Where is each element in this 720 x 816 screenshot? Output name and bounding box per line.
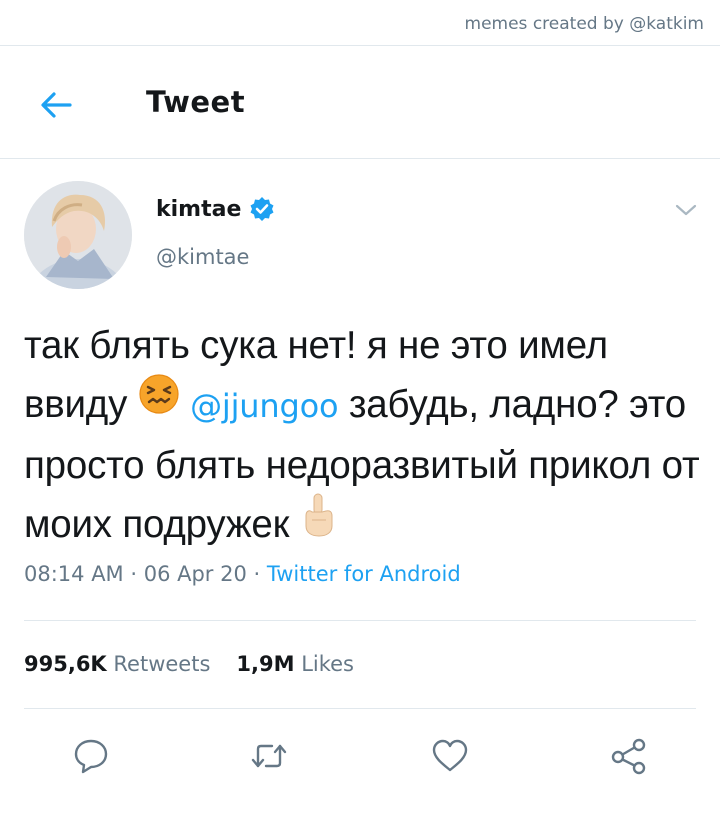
share-icon[interactable] [609,736,649,776]
retweets-label: Retweets [113,652,211,676]
tweet-date: 06 Apr 20 [143,562,247,586]
likes-count: 1,9M [236,652,295,676]
action-bar [0,736,720,776]
tweet-stats: 995,6K Retweets 1,9M Likes [24,652,354,676]
author-name-row[interactable]: kimtae [156,196,275,222]
retweets-stat[interactable]: 995,6K Retweets [24,652,210,676]
tweet-header: Tweet [0,47,720,159]
mention-link[interactable]: @jjungoo [190,387,338,425]
tweet-meta: 08:14 AM · 06 Apr 20 · Twitter for Andro… [24,562,461,586]
tweet-source[interactable]: Twitter for Android [267,562,461,586]
divider [24,708,696,709]
retweet-icon[interactable] [249,736,289,776]
credit-text: memes created by @katkim [464,14,704,34]
tweet-text: так блять сука нет! я не это имел ввиду … [24,316,704,559]
likes-stat[interactable]: 1,9M Likes [236,652,354,676]
chevron-down-icon[interactable] [674,200,698,220]
divider [24,620,696,621]
retweets-count: 995,6K [24,652,107,676]
author-name[interactable]: kimtae [156,197,241,222]
meta-separator: · [123,562,144,586]
confounded-face-icon [138,373,180,432]
avatar[interactable] [24,181,132,289]
page-title: Tweet [146,85,246,119]
middle-finger-icon [300,492,336,555]
author-handle[interactable]: @kimtae [156,245,249,269]
like-icon[interactable] [430,736,470,776]
reply-icon[interactable] [71,736,111,776]
tweet-time: 08:14 AM [24,562,124,586]
verified-icon [249,196,275,222]
likes-label: Likes [301,652,354,676]
credit-bar: memes created by @katkim [0,0,720,46]
back-arrow-icon[interactable] [36,85,76,125]
meta-separator: · [246,562,267,586]
